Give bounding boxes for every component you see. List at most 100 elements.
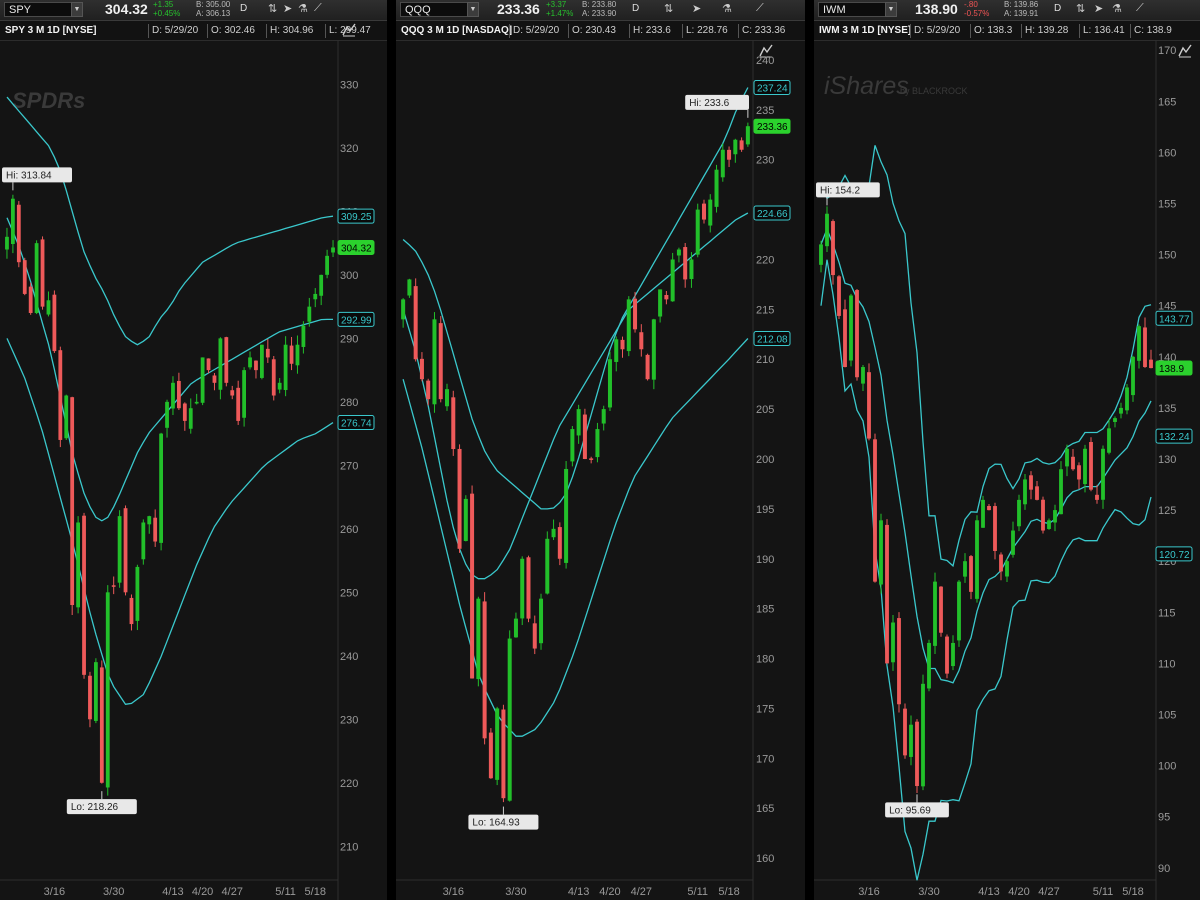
share-icon[interactable]: ⇅ (268, 2, 277, 15)
lower-bollinger-band (6, 338, 334, 706)
time-axis-tick-label: 4/27 (222, 886, 243, 898)
last-price: 304.32 (105, 1, 148, 17)
candle-body (981, 499, 985, 528)
candle-body (885, 524, 889, 664)
time-axis-tick-label: 4/13 (568, 886, 589, 898)
time-axis-tick-label: 5/11 (1093, 886, 1114, 898)
candle-body (879, 520, 883, 585)
candle-body (88, 675, 92, 720)
candle-body (1131, 356, 1135, 396)
candle-body (200, 357, 205, 403)
symbol-input[interactable]: SPY (4, 2, 72, 17)
candle-body (1023, 479, 1027, 505)
price-axis-tick-label: 150 (1158, 250, 1176, 262)
candle-body (476, 598, 481, 680)
band-value-badge: 143.77 (1159, 314, 1190, 325)
price-axis-tick-label: 185 (756, 604, 774, 616)
candle-body (319, 274, 324, 296)
open-value: O: 138.3 (974, 25, 1013, 36)
low-label: Lo: 164.93 (472, 818, 520, 829)
candle-body (1077, 465, 1081, 480)
candle-body (861, 367, 865, 384)
candle-body (1071, 456, 1075, 470)
ask-price: A: 139.91 (1004, 9, 1039, 18)
candle-body (99, 667, 104, 783)
candle-body (532, 623, 537, 649)
candle-body (683, 247, 688, 280)
candle-body (607, 359, 612, 408)
time-axis-tick-label: 3/16 (443, 886, 464, 898)
candle-body (188, 408, 193, 429)
flask-icon[interactable]: ⚗ (298, 2, 308, 15)
price-axis-tick-label: 125 (1158, 505, 1176, 517)
symbol-dropdown-icon[interactable]: ▼ (71, 2, 83, 17)
share-icon[interactable]: ⇅ (1076, 2, 1085, 15)
aggregation-selector[interactable]: D (240, 3, 247, 14)
aggregation-selector[interactable]: D (632, 3, 639, 14)
price-axis-tick-label: 280 (340, 397, 358, 409)
aggregation-selector[interactable]: D (1054, 3, 1061, 14)
candle-body (283, 344, 288, 391)
candle-body (254, 360, 258, 371)
price-axis-tick-label: 180 (756, 654, 774, 666)
candle-body (117, 516, 122, 583)
drawing-tool-icon[interactable]: ⟋ (756, 2, 764, 15)
symbol-dropdown-icon[interactable]: ▼ (885, 2, 897, 17)
candlestick-chart[interactable]: 9095100105110115120125130135140145150155… (814, 40, 1200, 900)
price-axis-tick-label: 240 (340, 651, 358, 663)
drawing-tool-icon[interactable]: ⟋ (314, 2, 322, 15)
candle-body (1095, 494, 1099, 500)
last-price-badge: 138.9 (1159, 364, 1184, 375)
candle-body (745, 126, 750, 145)
candle-body (670, 259, 675, 302)
candle-body (147, 516, 152, 525)
chart-info-bar: QQQ 3 M 1D [NASDAQ] D: 5/29/20 O: 230.43… (396, 21, 805, 41)
flask-icon[interactable]: ⚗ (1112, 2, 1122, 15)
high-value: H: 233.6 (633, 25, 671, 36)
candle-body (689, 259, 694, 280)
candle-body (969, 556, 973, 592)
price-axis-tick-label: 250 (340, 587, 358, 599)
candle-body (182, 403, 187, 421)
candle-body (16, 204, 21, 263)
chart-title: SPY 3 M 1D [NYSE] (5, 25, 97, 36)
candle-body (855, 290, 859, 378)
candle-body (957, 581, 961, 641)
cursor-icon[interactable]: ➤ (1094, 2, 1103, 15)
candle-body (1083, 448, 1087, 485)
candlestick-chart[interactable]: 160 165 170 175 180 185 190 195 200 205 210 215 220 2… (396, 40, 805, 900)
symbol-dropdown-icon[interactable]: ▼ (467, 2, 479, 17)
candle-body (401, 299, 406, 320)
drawing-tool-icon[interactable]: ⟋ (1136, 2, 1144, 15)
cursor-icon[interactable]: ➤ (692, 2, 701, 15)
cursor-icon[interactable]: ➤ (283, 2, 292, 15)
open-value: O: 230.43 (572, 25, 616, 36)
time-axis-tick-label: 4/20 (599, 886, 620, 898)
candle-body (1029, 475, 1033, 490)
candle-body (633, 298, 638, 330)
candle-body (331, 247, 335, 253)
high-label: Hi: 313.84 (6, 170, 52, 181)
candle-body (153, 517, 158, 542)
candle-body (271, 359, 276, 396)
candle-body (301, 325, 306, 347)
candle-body (915, 721, 919, 787)
time-axis-tick-label: 5/18 (1122, 886, 1143, 898)
candle-body (1107, 428, 1111, 453)
style-icon[interactable] (342, 23, 356, 37)
candle-body (513, 618, 518, 638)
symbol-input[interactable]: QQQ (400, 2, 468, 17)
time-axis-tick-label: 5/11 (275, 886, 296, 898)
symbol-input[interactable]: IWM (818, 2, 886, 17)
time-axis-tick-label: 5/11 (687, 886, 708, 898)
candle-body (658, 289, 663, 317)
candle-body (470, 493, 475, 679)
candle-body (22, 260, 27, 294)
candlestick-chart[interactable]: 2102202302402502602702802903003103203303… (0, 40, 387, 900)
candle-body (1125, 387, 1129, 411)
share-icon[interactable]: ⇅ (664, 2, 673, 15)
candle-body (46, 300, 51, 315)
flask-icon[interactable]: ⚗ (722, 2, 732, 15)
candle-body (1089, 442, 1093, 490)
price-axis-tick-label: 160 (1158, 147, 1176, 159)
